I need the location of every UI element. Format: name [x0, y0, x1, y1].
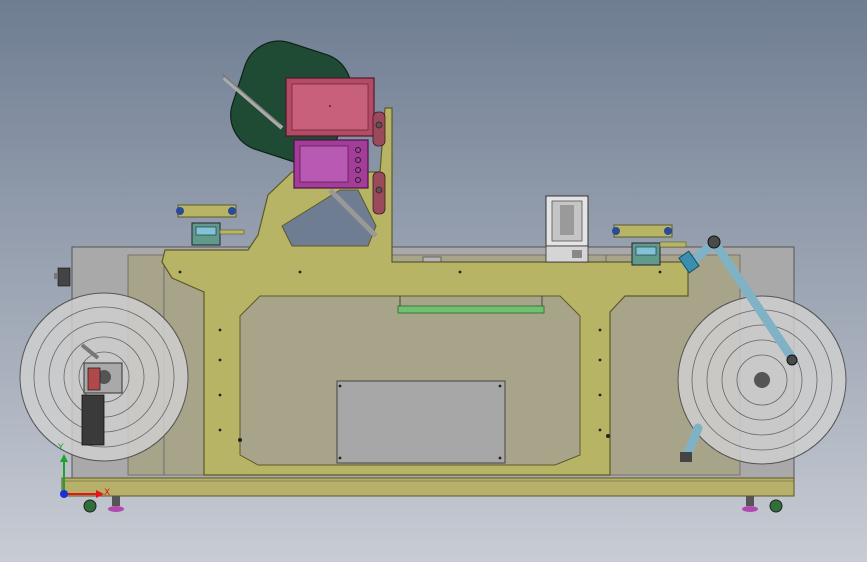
- left-sensor-screen: [195, 226, 217, 236]
- guide-bar: [397, 305, 545, 314]
- base-rail: [61, 477, 795, 497]
- cad-viewport[interactable]: X Y: [0, 0, 867, 562]
- cover-plate: [336, 380, 506, 464]
- right-foot: [746, 496, 754, 506]
- dancer-roller: [786, 354, 798, 366]
- right-sensor-screen: [635, 246, 657, 256]
- left-brake-body: [81, 394, 105, 446]
- right-reel-shaft: [754, 372, 770, 388]
- right-caster: [769, 499, 783, 513]
- right-sensor-bracket: [613, 224, 673, 238]
- left-caster: [83, 499, 97, 513]
- triad-y-label: Y: [57, 443, 64, 453]
- right-foot-pad: [742, 506, 758, 512]
- print-head-unit: [545, 195, 589, 263]
- left-sensor-bracket: [177, 204, 237, 218]
- left-foot: [112, 496, 120, 506]
- hmi-panel: [293, 139, 369, 189]
- left-brake-band: [87, 367, 101, 391]
- machine-assembly-drawing: X Y: [0, 0, 867, 562]
- left-unwind-reel: [19, 292, 189, 462]
- left-foot-pad: [108, 506, 124, 512]
- dancer-pivot: [707, 235, 721, 249]
- display-screen: [285, 77, 375, 137]
- hmi-screen: [299, 145, 349, 183]
- triad-x-label: X: [104, 488, 110, 498]
- triad-z-axis: [60, 490, 68, 498]
